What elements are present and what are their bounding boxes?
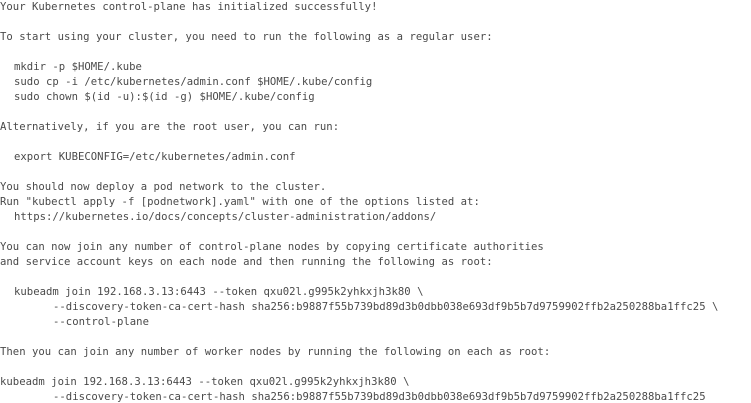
terminal-output: Your Kubernetes control-plane has initia… — [0, 0, 751, 403]
control-plane-discovery-hash-flag: --discovery-token-ca-cert-hash sha256:b9… — [53, 301, 719, 313]
copy-admin-config-command: sudo cp -i /etc/kubernetes/admin.conf $H… — [14, 76, 373, 88]
control-plane-join-command: kubeadm join 192.168.3.13:6443 --token q… — [14, 286, 424, 298]
worker-join-command: kubeadm join 192.168.3.13:6443 --token q… — [0, 376, 410, 388]
regular-user-instructions: To start using your cluster, you need to… — [0, 31, 493, 43]
export-kubeconfig-command: export KUBECONFIG=/etc/kubernetes/admin.… — [14, 151, 296, 163]
root-user-instructions: Alternatively, if you are the root user,… — [0, 121, 340, 133]
kubectl-apply-message: Run "kubectl apply -f [podnetwork].yaml"… — [0, 196, 480, 208]
chown-config-command: sudo chown $(id -u):$(id -g) $HOME/.kube… — [14, 91, 315, 103]
terminal-window[interactable]: Your Kubernetes control-plane has initia… — [0, 0, 751, 403]
pod-network-message: You should now deploy a pod network to t… — [0, 181, 327, 193]
addons-url: https://kubernetes.io/docs/concepts/clus… — [14, 211, 437, 223]
mkdir-command: mkdir -p $HOME/.kube — [14, 61, 142, 73]
worker-discovery-hash-flag: --discovery-token-ca-cert-hash sha256:b9… — [53, 391, 706, 403]
success-message: Your Kubernetes control-plane has initia… — [0, 1, 378, 13]
worker-join-message: Then you can join any number of worker n… — [0, 346, 551, 358]
control-plane-flag: --control-plane — [53, 316, 149, 328]
control-plane-join-message-continued: and service account keys on each node an… — [0, 256, 493, 268]
control-plane-join-message: You can now join any number of control-p… — [0, 241, 544, 253]
